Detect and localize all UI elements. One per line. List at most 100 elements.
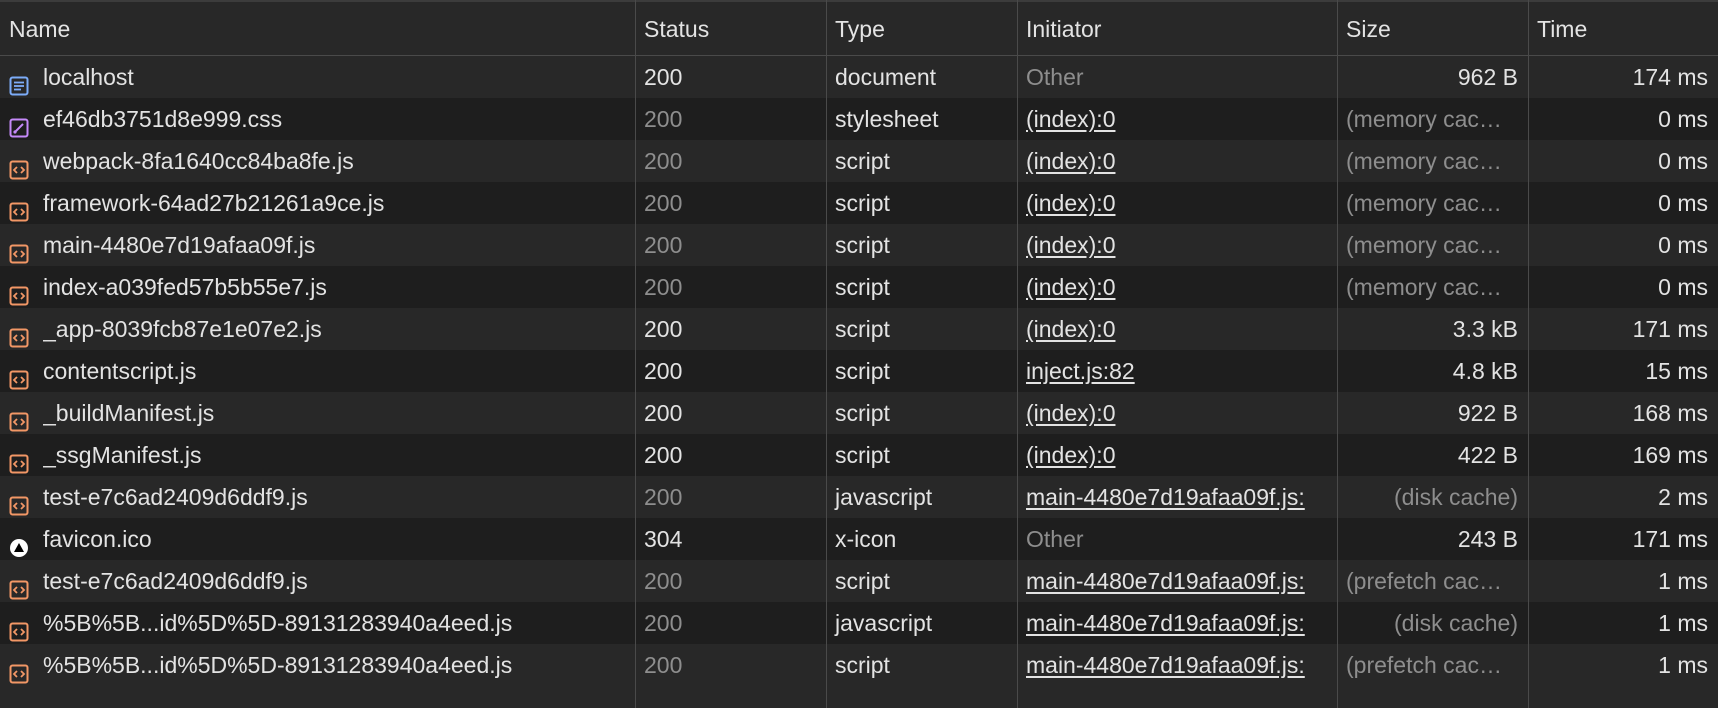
column-header-status[interactable]: Status — [635, 2, 826, 56]
initiator-cell[interactable]: (index):0 — [1017, 140, 1337, 182]
column-header-initiator[interactable]: Initiator — [1017, 2, 1337, 56]
name-cell[interactable]: ef46db3751d8e999.css — [0, 98, 635, 140]
script-icon — [9, 487, 29, 516]
script-icon — [9, 193, 29, 222]
initiator-cell[interactable]: (index):0 — [1017, 266, 1337, 308]
table-row[interactable]: index-a039fed57b5b55e7.js 200 script (in… — [0, 266, 1718, 308]
initiator-cell[interactable]: main-4480e7d19afaa09f.js: — [1017, 476, 1337, 518]
initiator-cell[interactable]: (index):0 — [1017, 98, 1337, 140]
initiator-link[interactable]: (index):0 — [1026, 442, 1115, 468]
document-icon — [9, 67, 29, 96]
initiator-cell[interactable]: main-4480e7d19afaa09f.js: — [1017, 602, 1337, 644]
name-cell[interactable]: %5B%5B...id%5D%5D-89131283940a4eed.js — [0, 602, 635, 644]
table-row[interactable]: _ssgManifest.js 200 script (index):0 422… — [0, 434, 1718, 476]
name-cell[interactable]: test-e7c6ad2409d6ddf9.js — [0, 560, 635, 602]
size-cell: (memory cac… — [1346, 232, 1502, 258]
column-header-time[interactable]: Time — [1528, 2, 1718, 56]
table-row[interactable]: contentscript.js 200 script inject.js:82… — [0, 350, 1718, 392]
name-cell[interactable]: _ssgManifest.js — [0, 434, 635, 476]
initiator-link[interactable]: (index):0 — [1026, 400, 1115, 426]
status-cell: 200 — [644, 106, 683, 132]
initiator-link[interactable]: main-4480e7d19afaa09f.js: — [1026, 484, 1305, 510]
time-cell: 1 ms — [1658, 652, 1708, 678]
name-cell[interactable]: localhost — [0, 56, 635, 98]
request-name: contentscript.js — [43, 358, 197, 384]
name-cell[interactable]: index-a039fed57b5b55e7.js — [0, 266, 635, 308]
table-row[interactable]: test-e7c6ad2409d6ddf9.js 200 script main… — [0, 560, 1718, 602]
initiator-cell[interactable]: inject.js:82 — [1017, 350, 1337, 392]
type-cell: document — [835, 64, 937, 90]
table-row[interactable]: %5B%5B...id%5D%5D-89131283940a4eed.js 20… — [0, 644, 1718, 686]
name-cell[interactable]: framework-64ad27b21261a9ce.js — [0, 182, 635, 224]
table-row[interactable]: framework-64ad27b21261a9ce.js 200 script… — [0, 182, 1718, 224]
request-list: localhost 200 document Other 962 B 174 m… — [0, 56, 1718, 686]
stylesheet-icon — [9, 109, 29, 138]
size-cell: 4.8 kB — [1452, 358, 1518, 384]
table-row[interactable]: %5B%5B...id%5D%5D-89131283940a4eed.js 20… — [0, 602, 1718, 644]
initiator-link[interactable]: main-4480e7d19afaa09f.js: — [1026, 568, 1305, 594]
initiator-link[interactable]: (index):0 — [1026, 316, 1115, 342]
size-cell: (memory cac… — [1346, 274, 1502, 300]
initiator-cell[interactable]: (index):0 — [1017, 182, 1337, 224]
table-row[interactable]: main-4480e7d19afaa09f.js 200 script (ind… — [0, 224, 1718, 266]
initiator-link[interactable]: (index):0 — [1026, 148, 1115, 174]
size-cell: (prefetch cac… — [1346, 652, 1502, 678]
initiator-cell[interactable]: (index):0 — [1017, 308, 1337, 350]
script-icon — [9, 571, 29, 600]
size-cell: (prefetch cac… — [1346, 568, 1502, 594]
type-cell: script — [835, 232, 890, 258]
initiator-cell[interactable]: (index):0 — [1017, 224, 1337, 266]
initiator-link[interactable]: inject.js:82 — [1026, 358, 1135, 384]
name-cell[interactable]: test-e7c6ad2409d6ddf9.js — [0, 476, 635, 518]
table-row[interactable]: ef46db3751d8e999.css 200 stylesheet (ind… — [0, 98, 1718, 140]
initiator-cell[interactable]: main-4480e7d19afaa09f.js: — [1017, 560, 1337, 602]
initiator-cell: Other — [1017, 56, 1337, 98]
initiator-text: Other — [1026, 526, 1084, 552]
initiator-cell[interactable]: (index):0 — [1017, 434, 1337, 476]
table-row[interactable]: localhost 200 document Other 962 B 174 m… — [0, 56, 1718, 98]
initiator-link[interactable]: main-4480e7d19afaa09f.js: — [1026, 610, 1305, 636]
time-cell: 0 ms — [1658, 232, 1708, 258]
name-cell[interactable]: %5B%5B...id%5D%5D-89131283940a4eed.js — [0, 644, 635, 686]
status-cell: 200 — [644, 148, 683, 174]
time-cell: 0 ms — [1658, 274, 1708, 300]
time-cell: 171 ms — [1632, 526, 1708, 552]
name-cell[interactable]: contentscript.js — [0, 350, 635, 392]
name-cell[interactable]: _app-8039fcb87e1e07e2.js — [0, 308, 635, 350]
name-cell[interactable]: main-4480e7d19afaa09f.js — [0, 224, 635, 266]
size-cell: (disk cache) — [1394, 484, 1518, 510]
request-name: ef46db3751d8e999.css — [43, 106, 283, 132]
request-name: _app-8039fcb87e1e07e2.js — [43, 316, 322, 342]
status-cell: 200 — [644, 190, 683, 216]
initiator-cell[interactable]: main-4480e7d19afaa09f.js: — [1017, 644, 1337, 686]
column-header-size[interactable]: Size — [1337, 2, 1528, 56]
script-icon — [9, 655, 29, 684]
name-cell[interactable]: _buildManifest.js — [0, 392, 635, 434]
table-row[interactable]: _buildManifest.js 200 script (index):0 9… — [0, 392, 1718, 434]
type-cell: script — [835, 358, 890, 384]
type-cell: script — [835, 148, 890, 174]
initiator-link[interactable]: (index):0 — [1026, 190, 1115, 216]
time-cell: 15 ms — [1645, 358, 1708, 384]
initiator-link[interactable]: (index):0 — [1026, 274, 1115, 300]
name-cell[interactable]: favicon.ico — [0, 518, 635, 560]
initiator-cell[interactable]: (index):0 — [1017, 392, 1337, 434]
request-name: index-a039fed57b5b55e7.js — [43, 274, 327, 300]
initiator-link[interactable]: (index):0 — [1026, 106, 1115, 132]
table-row[interactable]: _app-8039fcb87e1e07e2.js 200 script (ind… — [0, 308, 1718, 350]
status-cell: 200 — [644, 442, 683, 468]
size-cell: 243 B — [1457, 526, 1518, 552]
status-cell: 200 — [644, 652, 683, 678]
initiator-link[interactable]: main-4480e7d19afaa09f.js: — [1026, 652, 1305, 678]
table-row[interactable]: favicon.ico 304 x-icon Other 243 B 171 m… — [0, 518, 1718, 560]
initiator-link[interactable]: (index):0 — [1026, 232, 1115, 258]
status-cell: 304 — [644, 526, 683, 552]
column-header-name[interactable]: Name — [0, 2, 635, 56]
table-row[interactable]: test-e7c6ad2409d6ddf9.js 200 javascript … — [0, 476, 1718, 518]
request-name: webpack-8fa1640cc84ba8fe.js — [43, 148, 354, 174]
status-cell: 200 — [644, 64, 683, 90]
table-row[interactable]: webpack-8fa1640cc84ba8fe.js 200 script (… — [0, 140, 1718, 182]
request-name: %5B%5B...id%5D%5D-89131283940a4eed.js — [43, 652, 513, 678]
column-header-type[interactable]: Type — [826, 2, 1017, 56]
name-cell[interactable]: webpack-8fa1640cc84ba8fe.js — [0, 140, 635, 182]
